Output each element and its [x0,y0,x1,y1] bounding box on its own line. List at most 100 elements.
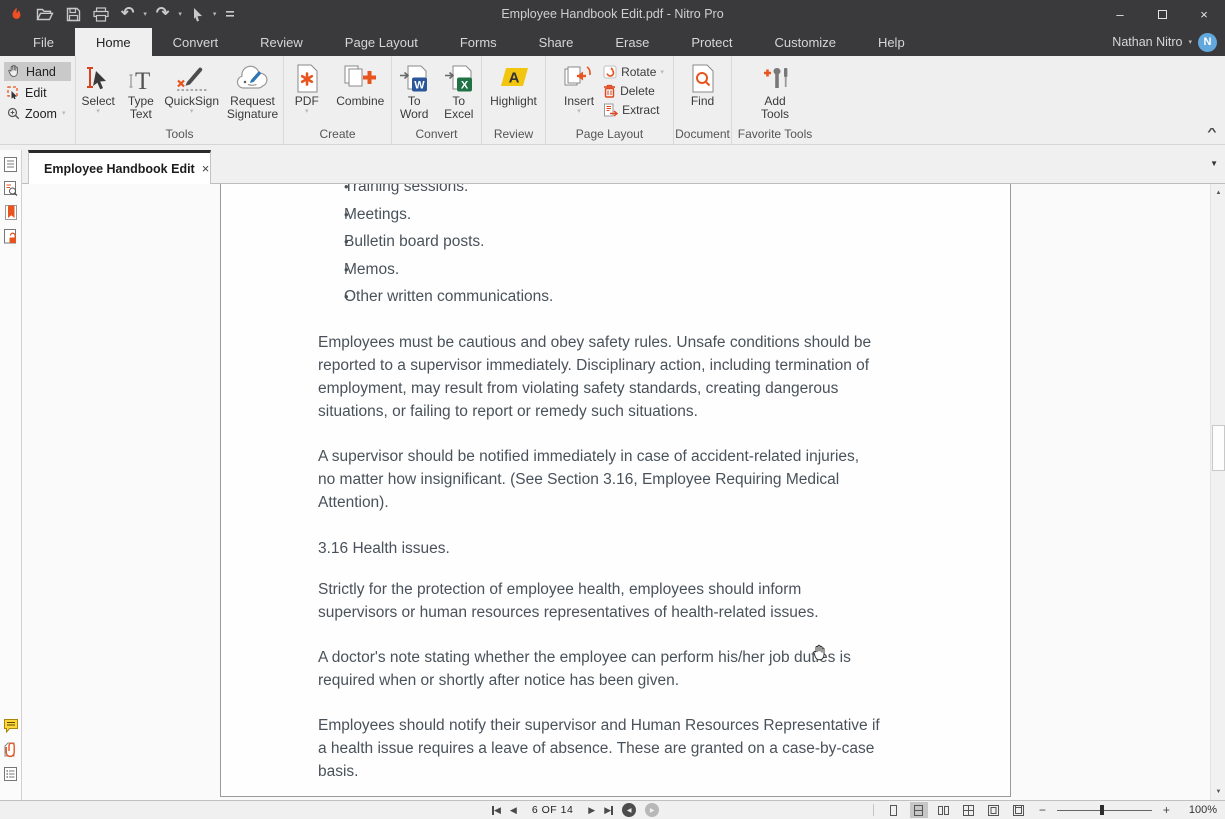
menu-review[interactable]: Review [239,28,324,56]
find-button[interactable]: Find [681,60,725,108]
view-fit-page-button[interactable] [985,802,1003,818]
menu-help[interactable]: Help [857,28,926,56]
view-grid-button[interactable] [960,802,978,818]
attachments-panel-icon [3,741,19,759]
view-facing-button[interactable] [935,802,953,818]
bullet-dot: • [318,184,344,201]
view-fit-width-button[interactable] [1010,802,1028,818]
zoom-out-button[interactable]: − [1035,803,1050,817]
tab-list-dropdown[interactable]: ▼ [1210,159,1218,168]
document-tab[interactable]: Employee Handbook Edit × [28,150,211,184]
menu-home[interactable]: Home [75,28,152,56]
comments-panel-button[interactable] [1,714,21,738]
view-single-page-button[interactable] [885,802,903,818]
menu-erase[interactable]: Erase [594,28,670,56]
pages-panel-button[interactable] [1,152,21,176]
open-file-button[interactable] [33,2,57,26]
menu-convert[interactable]: Convert [152,28,240,56]
page-indicator[interactable]: 6 OF 14 [526,804,579,816]
zoom-tool-button[interactable]: Zoom ▾ [4,104,71,123]
document-tab-title: Employee Handbook Edit [44,162,195,176]
undo-dropdown[interactable]: ▾ [143,11,147,18]
select-button[interactable]: Select ▾ [79,60,117,115]
menu-protect[interactable]: Protect [670,28,753,56]
pointer-tool-button[interactable] [188,2,207,26]
zoom-slider[interactable] [1057,803,1152,817]
first-page-button[interactable]: ◀ [492,805,501,816]
rotate-button[interactable]: Rotate ▾ [603,64,664,80]
comments-panel-icon [3,718,19,734]
edit-tool-button[interactable]: Edit [4,83,71,102]
scroll-down-button[interactable]: ▼ [1211,784,1225,799]
collapse-ribbon-button[interactable]: ^ [1207,127,1216,138]
save-button[interactable] [63,2,84,26]
print-button[interactable] [90,2,112,26]
last-page-button[interactable]: ▶ [604,805,613,816]
combine-button[interactable]: Combine [333,60,388,108]
menu-file[interactable]: File [12,28,75,56]
minimize-button[interactable]: – [1099,0,1141,28]
bullet-item: •Bulletin board posts. [318,228,938,256]
extract-button[interactable]: Extract [603,102,664,118]
tab-close-icon[interactable]: × [202,161,210,176]
group-label-page-layout: Page Layout [546,127,673,141]
type-text-button[interactable]: T Type Text [123,60,158,121]
undo-button[interactable]: ↶ [118,2,137,26]
doc-line: a health issue requires a leave of absen… [318,737,938,760]
zoom-slider-track [1057,810,1152,811]
to-word-button[interactable]: W To Word [395,60,434,121]
output-panel-button[interactable] [1,762,21,786]
doc-line: employment, may result from violating sa… [318,377,938,400]
menu-customize[interactable]: Customize [754,28,857,56]
menu-page-layout[interactable]: Page Layout [324,28,439,56]
svg-text:T: T [135,68,150,94]
bullet-dot: • [318,256,344,284]
search-panel-button[interactable] [1,176,21,200]
quicksign-icon [174,62,210,95]
attachments-panel-button[interactable] [1,738,21,762]
avatar[interactable]: N [1198,33,1217,52]
maximize-button[interactable] [1141,0,1183,28]
account-menu[interactable]: Nathan Nitro ▾ N [1112,28,1217,56]
request-signature-button[interactable]: Request Signature [225,60,280,121]
to-excel-button[interactable]: X To Excel [440,60,479,121]
status-bar: ◀ ◀ 6 OF 14 ▶ ▶ ◀ ▶ − + 10 [0,800,1225,818]
quicksign-dropdown-caret: ▾ [190,108,194,115]
insert-button[interactable]: Insert ▾ [558,60,600,115]
delete-button[interactable]: Delete [603,83,664,99]
bookmarks-panel-button[interactable] [1,200,21,224]
quicksign-button[interactable]: QuickSign ▾ [164,60,219,115]
pointer-icon [191,7,204,22]
highlight-button[interactable]: A Highlight [485,60,542,108]
view-continuous-button[interactable] [910,802,928,818]
account-name: Nathan Nitro [1112,35,1182,49]
menu-forms[interactable]: Forms [439,28,518,56]
group-label-favorite-tools: Favorite Tools [732,127,818,141]
scroll-up-button[interactable]: ▲ [1211,185,1225,200]
previous-view-button[interactable]: ◀ [622,803,636,817]
close-button[interactable]: × [1183,0,1225,28]
doc-line: no matter how insignificant. (See Sectio… [318,468,938,491]
next-view-button[interactable]: ▶ [645,803,659,817]
zoom-level[interactable]: 100% [1189,804,1217,816]
add-tools-icon [760,62,790,95]
zoom-slider-handle[interactable] [1100,805,1104,815]
hand-tool-button[interactable]: Hand [4,62,71,81]
doc-line: required when or shortly after notice ha… [318,669,938,692]
redo-button[interactable]: ↷ [153,2,172,26]
vertical-scrollbar[interactable]: ▲ ▼ [1210,184,1225,800]
scrollbar-thumb[interactable] [1212,425,1225,471]
zoom-in-button[interactable]: + [1159,803,1174,817]
document-viewport[interactable]: •Training sessions. •Meetings. •Bulletin… [22,184,1210,800]
paragraph: A doctor's note stating whether the empl… [318,646,938,692]
security-panel-button[interactable] [1,224,21,248]
pointer-dropdown[interactable]: ▾ [213,11,217,18]
menu-share[interactable]: Share [518,28,595,56]
next-page-button[interactable]: ▶ [588,805,595,816]
zoom-dropdown-caret: ▾ [62,110,66,117]
add-tools-button[interactable]: Add Tools [750,60,800,121]
pdf-button[interactable]: PDF ▾ [287,60,327,115]
redo-dropdown[interactable]: ▾ [178,11,182,18]
previous-page-button[interactable]: ◀ [510,805,517,816]
customize-quick-access-button[interactable] [222,2,238,26]
